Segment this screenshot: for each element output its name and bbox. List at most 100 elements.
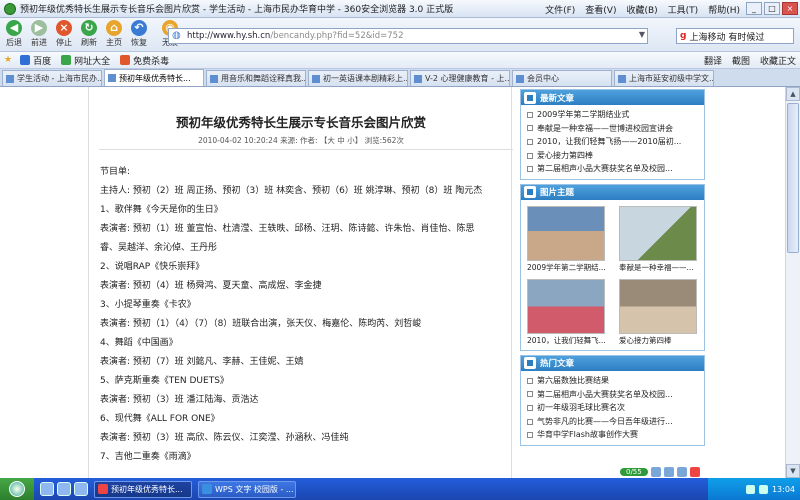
tab-music-dance[interactable]: 用音乐和舞蹈诠释真我...: [206, 70, 306, 86]
picture-item[interactable]: 2009学年第二学期结...: [527, 205, 611, 273]
status-tool-icon[interactable]: [676, 467, 687, 477]
save-article-button[interactable]: 收藏正文: [760, 54, 796, 67]
hot-item[interactable]: 初一年级羽毛球比赛名次: [527, 401, 700, 415]
address-bar[interactable]: ◍ http://www.hy.sh.cn/bencandy.php?fid=5…: [168, 28, 648, 44]
fav-baidu[interactable]: 百度: [20, 54, 51, 67]
bullet-icon: [527, 391, 533, 398]
menu-tools[interactable]: 工具(T): [668, 3, 699, 16]
scroll-down-icon[interactable]: ▼: [786, 464, 800, 478]
hot-item[interactable]: 气势非凡的比赛——今日吾年级进行...: [527, 415, 700, 429]
latest-item[interactable]: 爱心接力第四棒: [527, 149, 700, 163]
thumbnail-image[interactable]: [527, 205, 605, 261]
article-line: 6、现代舞《ALL FOR ONE》: [100, 414, 220, 424]
restore-button[interactable]: ↶ 恢复: [127, 18, 151, 48]
picture-item[interactable]: 2010，让我们轻舞飞...: [527, 278, 611, 346]
section-icon: [524, 357, 536, 370]
back-button[interactable]: ◀ 后退: [2, 18, 26, 48]
ie-icon[interactable]: [40, 482, 54, 496]
menu-view[interactable]: 查看(V): [585, 3, 616, 16]
article-line: 1、歌伴舞《今天是你的生日》: [100, 205, 223, 215]
page-icon: [414, 74, 422, 83]
article-line: 表演者: 预初（3）班 高欣、陈云仪、江奕滢、孙涵秋、冯佳纯: [100, 433, 349, 443]
bullet-icon: [527, 432, 533, 439]
tab-mental-health[interactable]: V-2 心理健康教育 - 上...: [410, 70, 510, 86]
fav-free-antivirus[interactable]: 免费杀毒: [120, 54, 169, 67]
baidu-icon: [20, 55, 31, 65]
browser-task-icon: [98, 484, 108, 494]
favorites-bar: ★ 百度 网址大全 免费杀毒 翻译 截图 收藏正文: [0, 52, 800, 69]
address-url: http://www.hy.sh.cn/bencandy.php?fid=52&…: [187, 31, 404, 41]
menu-file[interactable]: 文件(F): [545, 3, 575, 16]
search-engine-icon[interactable]: g: [680, 31, 686, 41]
security-shield-icon[interactable]: [689, 467, 700, 477]
menu-help[interactable]: 帮助(H): [708, 3, 740, 16]
menu-favorites[interactable]: 收藏(B): [626, 3, 657, 16]
latest-item[interactable]: 2010，让我们轻舞飞扬——2010届初...: [527, 135, 700, 149]
status-tool-icon[interactable]: [663, 467, 674, 477]
home-icon: ⌂: [106, 20, 122, 36]
hot-item[interactable]: 第二届相声小品大赛获奖名单及校园...: [527, 388, 700, 402]
scroll-thumb[interactable]: [787, 103, 799, 253]
browser-status-tools: 0/55: [620, 466, 785, 478]
article-body: 节目单: 主持人: 预初（2）班 周正扬、预初（3）班 林奕含、预初（6）班 姚…: [100, 163, 510, 467]
tab-current-article[interactable]: 预初年级优秀特长...: [104, 69, 204, 86]
start-button[interactable]: [0, 478, 34, 500]
restore-icon: ↶: [131, 20, 147, 36]
article-line: 睿、吴越洋、余沁倬、王丹彤: [100, 243, 218, 253]
picture-item[interactable]: 爱心接力第四棒: [619, 278, 703, 346]
hot-item[interactable]: 第六届数独比赛结果: [527, 374, 700, 388]
stop-button[interactable]: × 停止: [52, 18, 76, 48]
article-line: 7、吉他二重奏《雨滴》: [100, 452, 196, 462]
network-icon[interactable]: [745, 484, 755, 494]
forward-button[interactable]: ▶ 前进: [27, 18, 51, 48]
latest-item[interactable]: 奉献是一种幸福——世博进校园宣讲会: [527, 122, 700, 136]
forward-arrow-icon: ▶: [31, 20, 47, 36]
search-input[interactable]: g 上海移动 有时候过: [676, 28, 794, 44]
refresh-button[interactable]: ↻ 刷新: [77, 18, 101, 48]
taskbar-item-wps[interactable]: WPS 文字 校园版 - ...: [198, 480, 296, 498]
page-viewport: 预初年级优秀特长生展示专长音乐会图片欣赏 2010-04-02 10:20:24…: [0, 87, 800, 478]
fav-url-directory[interactable]: 网址大全: [61, 54, 110, 67]
scroll-up-icon[interactable]: ▲: [786, 87, 800, 101]
screenshot-button[interactable]: 截图: [732, 54, 750, 67]
globe-icon: ◍: [172, 30, 181, 41]
minimize-button[interactable]: _: [746, 2, 762, 15]
windows-orb-icon: [9, 481, 25, 497]
volume-icon[interactable]: [758, 484, 768, 494]
article-line: 表演者: 预初（7）班 刘懿凡、李赫、王佳妮、王婧: [100, 357, 304, 367]
thumbnail-image[interactable]: [619, 278, 697, 334]
latest-item[interactable]: 第二届相声小品大赛获奖名单及校园...: [527, 162, 700, 176]
back-arrow-icon: ◀: [6, 20, 22, 36]
vertical-scrollbar[interactable]: ▲ ▼: [785, 87, 800, 478]
article-line: 表演者: 预初（4）班 杨舜鸿、夏天童、高成煜、李金捷: [100, 281, 322, 291]
taskbar-item-browser[interactable]: 预初年级优秀特长...: [94, 480, 192, 498]
picture-item[interactable]: 奉献是一种幸福——...: [619, 205, 703, 273]
bullet-icon: [527, 138, 533, 145]
page-icon: [6, 74, 14, 83]
close-button[interactable]: ×: [782, 2, 798, 15]
tab-english-drama[interactable]: 初一英语课本剧精彩上...: [308, 70, 408, 86]
window-title: 预初年级优秀特长生展示专长音乐会图片欣赏 - 学生活动 - 上海市民办华育中学 …: [20, 5, 454, 15]
latest-item[interactable]: 2009学年第二学期结业式: [527, 108, 700, 122]
home-button[interactable]: ⌂ 主页: [102, 18, 126, 48]
thumbnail-image[interactable]: [527, 278, 605, 334]
article-title: 预初年级优秀特长生展示专长音乐会图片欣赏: [175, 115, 426, 130]
tab-yanan-school[interactable]: 上海市延安初级中学文...: [614, 70, 714, 86]
directory-icon: [61, 55, 72, 65]
browser-icon[interactable]: [57, 482, 71, 496]
hot-item[interactable]: 华育中学Flash故事创作大赛: [527, 428, 700, 442]
thumbnail-image[interactable]: [619, 205, 697, 261]
article-line: 表演者: 预初（1）（4）（7）（8）班联合出演，张天仪、梅嘉伦、陈昀芮、刘哲峻: [100, 319, 422, 329]
address-dropdown-icon[interactable]: ▼: [639, 30, 645, 39]
article-line: 表演者: 预初（3）班 潘江陆海、贡浩达: [100, 395, 259, 405]
maximize-button[interactable]: □: [764, 2, 780, 15]
translate-button[interactable]: 翻译: [704, 54, 722, 67]
favorites-star-icon[interactable]: ★: [4, 55, 12, 65]
tab-student-activities[interactable]: 学生活动 - 上海市民办...: [2, 70, 102, 86]
pictures-header: 图片主题: [540, 188, 575, 199]
clock[interactable]: 13:04: [772, 485, 795, 494]
status-tool-icon[interactable]: [650, 467, 661, 477]
tab-member-center[interactable]: 会员中心: [512, 70, 612, 86]
download-progress[interactable]: 0/55: [620, 468, 648, 476]
app-icon[interactable]: [74, 482, 88, 496]
